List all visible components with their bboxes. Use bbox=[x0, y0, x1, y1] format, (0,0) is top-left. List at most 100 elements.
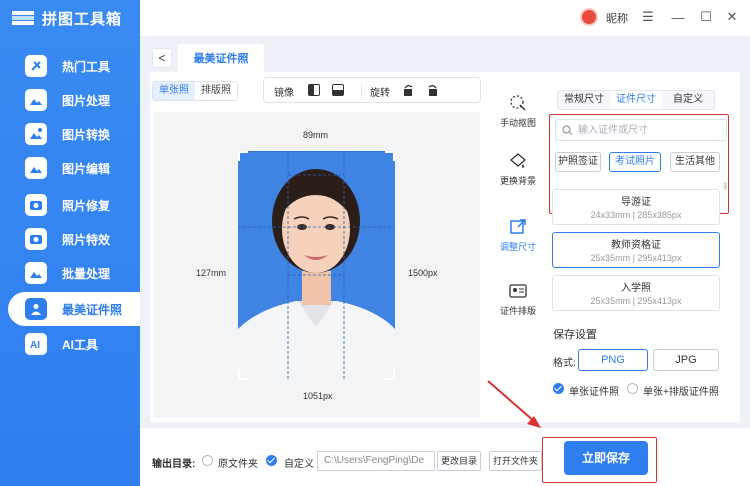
app-title: 拼图工具箱 bbox=[42, 11, 123, 28]
custom-folder-label: 自定义 bbox=[284, 459, 314, 470]
resize-label: 调整尺寸 bbox=[499, 242, 536, 252]
sidebar-item-image-process[interactable]: 图片处理 bbox=[0, 83, 140, 117]
app-logo-icon bbox=[12, 11, 34, 25]
sidebar-item-label: 图片编辑 bbox=[62, 161, 111, 176]
output-dir-label: 输出目录: bbox=[152, 459, 196, 470]
category-exam-photo[interactable]: 考试照片 bbox=[609, 152, 661, 172]
size-detail: 25x35mm | 295x413px bbox=[590, 296, 682, 306]
batch-process-icon bbox=[25, 262, 47, 284]
tab-id-size[interactable]: 证件尺寸 bbox=[610, 91, 662, 109]
hot-tools-icon bbox=[25, 55, 47, 77]
id-photo-icon bbox=[25, 298, 47, 320]
sidebar-item-photo-effect[interactable]: 照片特效 bbox=[0, 222, 140, 256]
crop-corner[interactable] bbox=[385, 151, 395, 161]
category-life-other[interactable]: 生活其他 bbox=[670, 152, 720, 172]
maximize-button[interactable]: ☐ bbox=[698, 9, 714, 25]
minimize-button[interactable]: — bbox=[670, 9, 686, 25]
transform-toolbar: 镜像 旋转 bbox=[263, 77, 481, 103]
sidebar-item-label: 图片转换 bbox=[62, 127, 111, 142]
photo-repair-icon bbox=[25, 194, 47, 216]
sidebar-item-hot-tools[interactable]: 热门工具 bbox=[0, 49, 140, 83]
category-passport-visa[interactable]: 护照签证 bbox=[555, 152, 601, 172]
resize-tool[interactable]: 调整尺寸 bbox=[495, 208, 541, 264]
output-bar: 输出目录: 原文件夹 自定义 C:\Users\FengPing\De 更改目录… bbox=[140, 428, 750, 486]
search-input[interactable] bbox=[578, 123, 718, 137]
size-item-enrollment[interactable]: 入学照 25x35mm | 295x413px bbox=[552, 275, 720, 311]
mirror-label: 镜像 bbox=[274, 88, 294, 99]
sidebar-item-id-photo[interactable]: 最美证件照 bbox=[8, 292, 140, 326]
format-png-button[interactable]: PNG bbox=[578, 349, 648, 371]
id-photo-image bbox=[238, 151, 395, 380]
divider bbox=[361, 84, 362, 98]
original-folder-label: 原文件夹 bbox=[218, 459, 258, 470]
svg-text:AI: AI bbox=[30, 340, 40, 351]
sidebar-item-label: 照片修复 bbox=[62, 198, 111, 213]
scrollbar[interactable] bbox=[724, 182, 727, 190]
title-bar: 昵称 ☰ — ☐ ✕ bbox=[140, 0, 750, 36]
change-background-label: 更换背景 bbox=[499, 176, 536, 186]
crop-corner[interactable] bbox=[238, 151, 248, 161]
tab-standard-size[interactable]: 常规尺寸 bbox=[558, 91, 610, 109]
crop-corner[interactable] bbox=[238, 370, 248, 380]
sidebar-item-ai-tools[interactable]: AI AI工具 bbox=[0, 327, 140, 361]
sidebar-item-photo-repair[interactable]: 照片修复 bbox=[0, 188, 140, 222]
width-px-label: 1051px bbox=[303, 391, 333, 401]
crop-corner[interactable] bbox=[385, 370, 395, 380]
search-field[interactable] bbox=[555, 119, 727, 141]
search-icon bbox=[562, 125, 573, 136]
open-folder-button[interactable]: 打开文件夹 bbox=[489, 451, 542, 471]
height-mm-label: 127mm bbox=[196, 268, 227, 278]
layout-photo-tab[interactable]: 排版照 bbox=[195, 82, 237, 100]
manual-cutout-icon bbox=[510, 95, 526, 111]
size-detail: 24x33mm | 285x385px bbox=[590, 210, 682, 220]
change-dir-button[interactable]: 更改目录 bbox=[437, 451, 481, 471]
sidebar-item-label: 最美证件照 bbox=[62, 302, 123, 317]
rotate-label: 旋转 bbox=[370, 88, 390, 99]
sidebar: 拼图工具箱 热门工具 图片处理 图片转换 图片编辑 照片修复 照片特效 批量处理… bbox=[0, 0, 140, 486]
nickname[interactable]: 昵称 bbox=[606, 10, 628, 26]
size-item-tour-guide[interactable]: 导游证 24x33mm | 285x385px bbox=[552, 189, 720, 225]
sidebar-item-label: 图片处理 bbox=[62, 93, 111, 108]
format-label: 格式: bbox=[553, 358, 576, 369]
single-plus-layout-radio[interactable] bbox=[627, 383, 638, 394]
custom-folder-radio[interactable] bbox=[266, 455, 277, 466]
highlight-box-save bbox=[542, 437, 657, 483]
avatar[interactable] bbox=[580, 8, 598, 26]
height-px-label: 1500px bbox=[408, 268, 438, 278]
tab-custom[interactable]: 自定义 bbox=[662, 91, 714, 109]
output-path-field[interactable]: C:\Users\FengPing\De bbox=[317, 451, 435, 471]
size-tabs: 常规尺寸 证件尺寸 自定义 bbox=[557, 90, 715, 110]
original-folder-radio[interactable] bbox=[202, 455, 213, 466]
image-edit-icon bbox=[25, 157, 47, 179]
save-settings-title: 保存设置 bbox=[553, 329, 597, 341]
format-jpg-button[interactable]: JPG bbox=[653, 349, 719, 371]
rotate-left-icon[interactable] bbox=[402, 84, 415, 97]
id-layout-label: 证件排版 bbox=[499, 306, 536, 316]
photo-effect-icon bbox=[25, 228, 47, 250]
change-background-icon bbox=[510, 153, 526, 168]
change-background-tool[interactable]: 更换背景 bbox=[495, 142, 541, 198]
width-mm-label: 89mm bbox=[303, 130, 329, 140]
manual-cutout-label: 手动抠图 bbox=[499, 118, 536, 128]
close-button[interactable]: ✕ bbox=[724, 9, 740, 25]
single-photo-tab[interactable]: 单张照 bbox=[153, 82, 195, 100]
manual-cutout-tool[interactable]: 手动抠图 bbox=[495, 84, 541, 140]
menu-icon[interactable]: ☰ bbox=[640, 9, 656, 25]
resize-icon bbox=[510, 219, 526, 234]
id-layout-tool[interactable]: 证件排版 bbox=[495, 272, 541, 328]
sidebar-item-label: AI工具 bbox=[62, 337, 99, 352]
rotate-right-icon[interactable] bbox=[426, 84, 439, 97]
ai-tools-icon: AI bbox=[25, 333, 47, 355]
mode-segment: 单张照 排版照 bbox=[152, 81, 238, 101]
single-id-photo-radio[interactable] bbox=[553, 383, 564, 394]
sidebar-item-image-convert[interactable]: 图片转换 bbox=[0, 117, 140, 151]
sidebar-item-image-edit[interactable]: 图片编辑 bbox=[0, 151, 140, 185]
back-button[interactable]: < bbox=[152, 48, 172, 68]
size-item-teacher-cert[interactable]: 教师资格证 25x35mm | 295x413px bbox=[552, 232, 720, 268]
page-title: 最美证件照 bbox=[178, 44, 264, 72]
sidebar-item-label: 批量处理 bbox=[62, 266, 111, 281]
mirror-horizontal-icon[interactable] bbox=[308, 84, 320, 96]
mirror-vertical-icon[interactable] bbox=[332, 84, 344, 96]
sidebar-item-label: 热门工具 bbox=[62, 59, 111, 74]
sidebar-item-batch-process[interactable]: 批量处理 bbox=[0, 256, 140, 290]
